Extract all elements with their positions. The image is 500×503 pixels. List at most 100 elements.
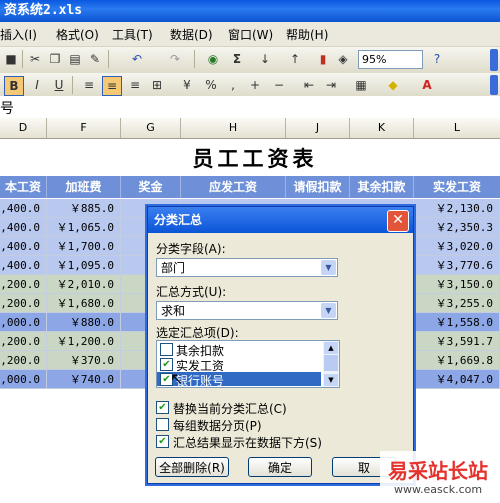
sort-ascending-icon[interactable]: ↓ — [256, 50, 274, 68]
table-cell-l[interactable]: ￥3,255.0 — [414, 294, 500, 313]
method-select[interactable]: 求和 ▼ — [156, 301, 338, 320]
align-left-icon[interactable]: ≡ — [80, 76, 98, 94]
table-cell-f[interactable]: ￥1,095.0 — [47, 256, 121, 275]
table-cell-l[interactable]: ￥3,020.0 — [414, 237, 500, 256]
table-cell-l[interactable]: ￥3,591.7 — [414, 332, 500, 351]
table-cell-f[interactable]: ￥1,700.0 — [47, 237, 121, 256]
italic-button[interactable]: I — [28, 76, 46, 94]
hyperlink-icon[interactable]: ◉ — [204, 50, 222, 68]
decrease-indent-icon[interactable]: ⇤ — [300, 76, 318, 94]
item-checkbox[interactable] — [160, 343, 173, 356]
remove-all-button[interactable]: 全部删除(R) — [155, 457, 229, 477]
sort-descending-icon[interactable]: ↑ — [286, 50, 304, 68]
table-cell-l[interactable]: ￥2,350.3 — [414, 218, 500, 237]
table-cell-f[interactable]: ￥885.0 — [47, 199, 121, 218]
option-page-break[interactable]: 每组数据分页(P) — [156, 417, 396, 433]
chevron-down-icon[interactable]: ▼ — [321, 260, 336, 275]
table-cell-d[interactable]: ,000.0 — [0, 313, 47, 332]
table-cell-d[interactable]: ,400.0 — [0, 256, 47, 275]
column-header-h[interactable]: H — [181, 118, 286, 138]
table-cell-l[interactable]: ￥1,669.8 — [414, 351, 500, 370]
option-checkbox[interactable]: ✔ — [156, 401, 169, 414]
table-cell-d[interactable]: ,200.0 — [0, 332, 47, 351]
increase-indent-icon[interactable]: ⇥ — [322, 76, 340, 94]
scroll-thumb[interactable] — [324, 355, 338, 371]
summary-items-list[interactable]: 其余扣款 ✔ 实发工资 ✔ 银行账号 ▲ ▼ — [156, 340, 340, 388]
copy-icon[interactable]: ❐ — [46, 50, 64, 68]
scroll-up-icon[interactable]: ▲ — [324, 342, 338, 354]
table-cell-d[interactable]: ,200.0 — [0, 351, 47, 370]
bold-button[interactable]: B — [4, 76, 24, 96]
column-header-g[interactable]: G — [121, 118, 181, 138]
option-checkbox[interactable] — [156, 418, 169, 431]
merge-center-icon[interactable]: ⊞ — [148, 76, 166, 94]
paste-icon[interactable]: ▤ — [66, 50, 84, 68]
table-cell-d[interactable]: ,200.0 — [0, 275, 47, 294]
toolbar-options-icon[interactable] — [490, 75, 498, 95]
autosum-icon[interactable]: Σ — [228, 50, 246, 68]
table-cell-l[interactable]: ￥1,558.0 — [414, 313, 500, 332]
lock-icon[interactable]: ■ — [2, 50, 20, 68]
scroll-down-icon[interactable]: ▼ — [324, 374, 338, 386]
table-cell-f[interactable]: ￥880.0 — [47, 313, 121, 332]
column-header-l[interactable]: L — [414, 118, 500, 138]
menu-format[interactable]: 格式(O) — [56, 26, 99, 43]
menu-help[interactable]: 帮助(H) — [286, 26, 328, 43]
field-select[interactable]: 部门 ▼ — [156, 258, 338, 277]
undo-icon[interactable]: ↶ — [128, 50, 146, 68]
table-cell-l[interactable]: ￥2,130.0 — [414, 199, 500, 218]
option-checkbox[interactable]: ✔ — [156, 435, 169, 448]
table-cell-d[interactable]: ,400.0 — [0, 218, 47, 237]
decrease-decimal-icon[interactable]: − — [270, 76, 288, 94]
column-header-f[interactable]: F — [47, 118, 121, 138]
table-cell-l[interactable]: ￥3,770.6 — [414, 256, 500, 275]
menu-tools[interactable]: 工具(T) — [112, 26, 153, 43]
help-icon[interactable]: ? — [428, 50, 446, 68]
toolbar-options-icon[interactable] — [490, 49, 498, 71]
increase-decimal-icon[interactable]: + — [246, 76, 264, 94]
table-cell-f[interactable]: ￥1,680.0 — [47, 294, 121, 313]
table-cell-f[interactable]: ￥2,010.0 — [47, 275, 121, 294]
menu-insert[interactable]: 插入(I) — [0, 26, 37, 43]
ok-button[interactable]: 确定 — [248, 457, 312, 477]
percent-icon[interactable]: % — [202, 76, 220, 94]
close-button[interactable]: ✕ — [387, 210, 409, 232]
column-header-j[interactable]: J — [286, 118, 350, 138]
comma-style-icon[interactable]: , — [224, 76, 242, 94]
currency-icon[interactable]: ¥ — [178, 76, 196, 94]
align-center-icon[interactable]: ≡ — [102, 76, 122, 96]
font-color-icon[interactable]: A — [418, 76, 436, 94]
table-cell-f[interactable]: ￥370.0 — [47, 351, 121, 370]
zoom-select[interactable]: 95% — [358, 50, 423, 69]
cut-icon[interactable]: ✂ — [26, 50, 44, 68]
chevron-down-icon[interactable]: ▼ — [321, 303, 336, 318]
table-cell-f[interactable]: ￥1,065.0 — [47, 218, 121, 237]
borders-icon[interactable]: ▦ — [352, 76, 370, 94]
column-header-d[interactable]: D — [0, 118, 47, 138]
dialog-title-bar[interactable]: 分类汇总 ✕ — [148, 207, 413, 233]
option-replace[interactable]: ✔ 替换当前分类汇总(C) — [156, 400, 396, 416]
fill-color-icon[interactable]: ◆ — [384, 76, 402, 94]
list-scrollbar[interactable]: ▲ ▼ — [323, 341, 339, 387]
table-cell-l[interactable]: ￥4,047.0 — [414, 370, 500, 389]
table-cell-f[interactable]: ￥1,200.0 — [47, 332, 121, 351]
underline-button[interactable]: U — [50, 76, 68, 94]
formula-text: 号 — [0, 101, 14, 117]
table-cell-d[interactable]: ,200.0 — [0, 294, 47, 313]
table-cell-l[interactable]: ￥3,150.0 — [414, 275, 500, 294]
format-painter-icon[interactable]: ✎ — [86, 50, 104, 68]
formula-bar[interactable]: 号 — [0, 96, 500, 119]
table-cell-d[interactable]: ,000.0 — [0, 370, 47, 389]
list-item[interactable]: 其余扣款 — [157, 342, 321, 358]
table-cell-d[interactable]: ,400.0 — [0, 237, 47, 256]
align-right-icon[interactable]: ≡ — [126, 76, 144, 94]
column-header-k[interactable]: K — [350, 118, 414, 138]
table-cell-f[interactable]: ￥740.0 — [47, 370, 121, 389]
option-summary-below[interactable]: ✔ 汇总结果显示在数据下方(S) — [156, 434, 396, 450]
chart-wizard-icon[interactable]: ▮ — [314, 50, 332, 68]
menu-window[interactable]: 窗口(W) — [228, 26, 273, 43]
drawing-icon[interactable]: ◈ — [334, 50, 352, 68]
redo-icon[interactable]: ↷ — [166, 50, 184, 68]
table-cell-d[interactable]: ,400.0 — [0, 199, 47, 218]
menu-data[interactable]: 数据(D) — [170, 26, 213, 43]
